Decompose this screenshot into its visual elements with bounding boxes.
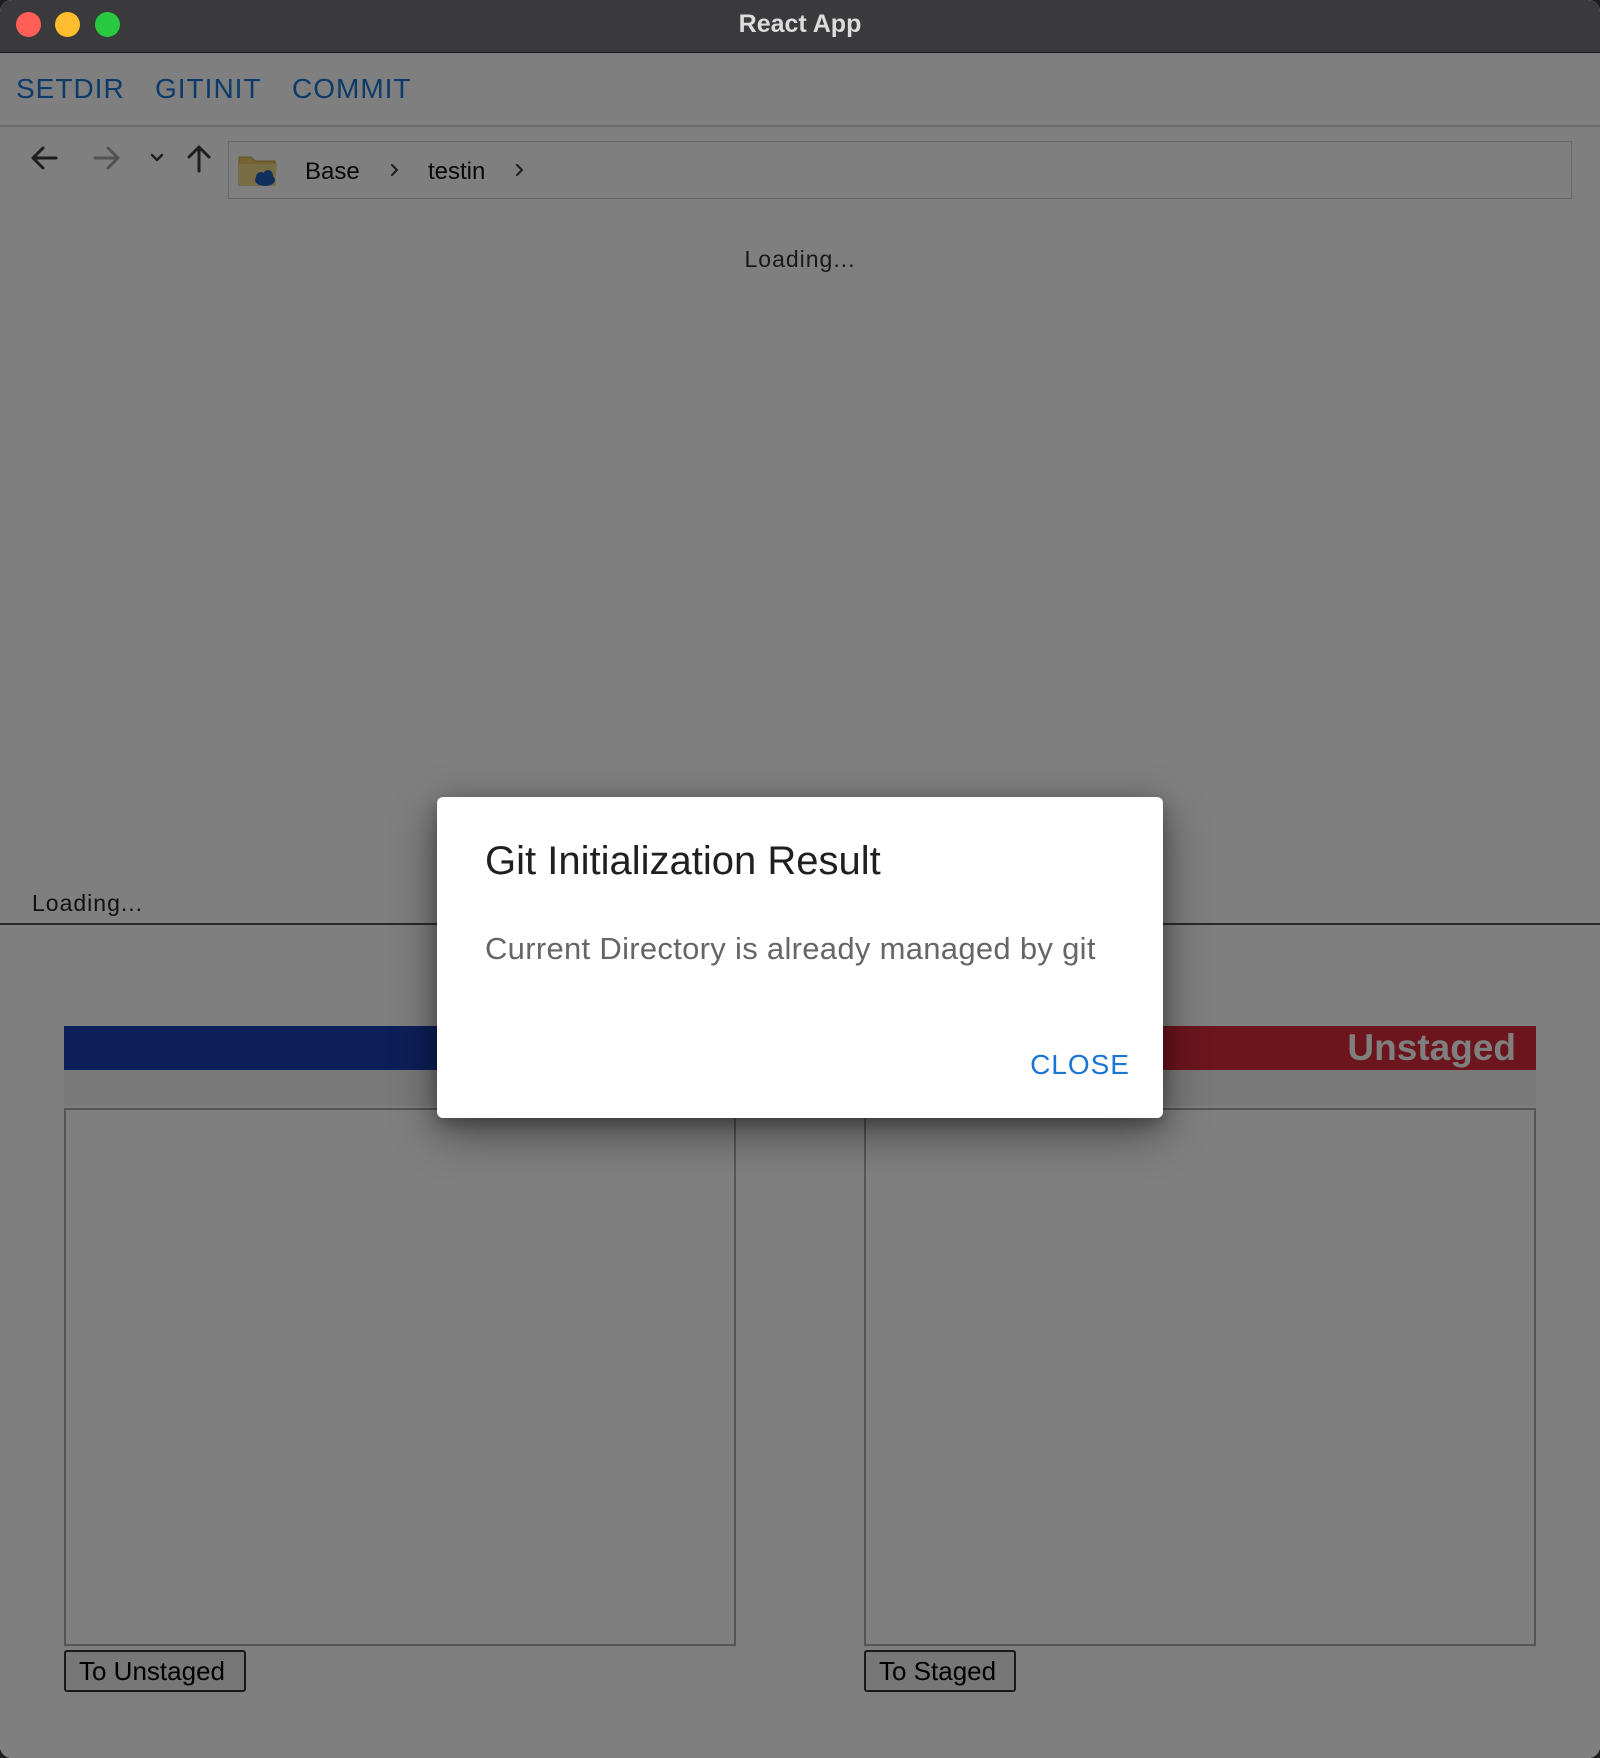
dialog-message: Current Directory is already managed by … <box>485 931 1096 966</box>
dialog-title: Git Initialization Result <box>485 839 881 883</box>
app-window: React App SETDIR GITINIT COMMIT <box>0 0 1600 1758</box>
close-button[interactable]: CLOSE <box>1030 1049 1130 1081</box>
modal-backdrop[interactable]: Git Initialization Result Current Direct… <box>0 53 1600 1758</box>
title-bar: React App <box>0 0 1600 53</box>
window-title: React App <box>738 10 862 38</box>
git-init-result-dialog: Git Initialization Result Current Direct… <box>437 797 1163 1118</box>
